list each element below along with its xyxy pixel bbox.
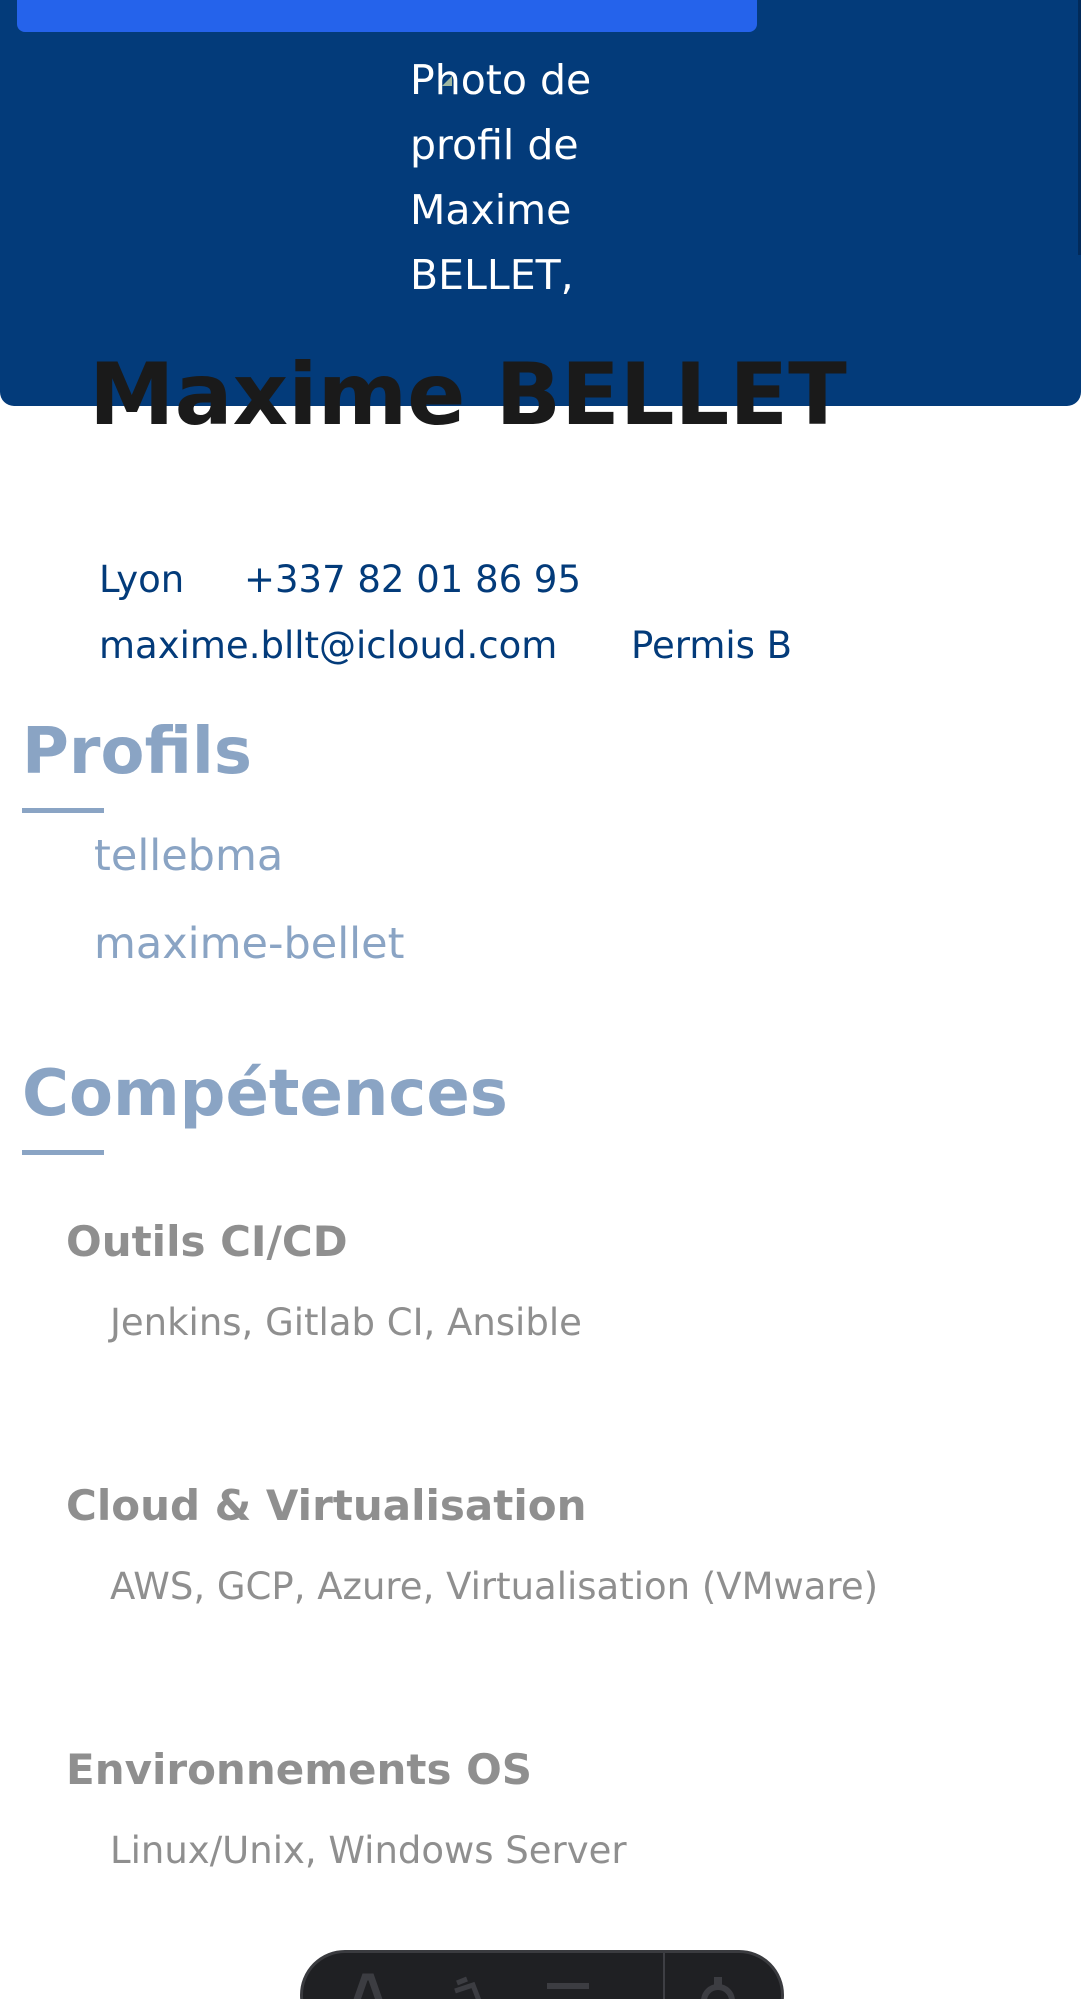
skills-section-title: Compétences [22, 1057, 508, 1131]
skill-category-title: Outils CI/CD [66, 1217, 348, 1266]
skill-category-title: Environnements OS [66, 1745, 533, 1794]
profile-photo: Photo de profil de Maxime BELLET, [410, 44, 642, 304]
skill-category-items: Linux/Unix, Windows Server [110, 1829, 627, 1872]
profile-photo-alt-text: Photo de profil de Maxime BELLET, [410, 56, 592, 299]
cv-page: Photo de profil de Maxime BELLET, Maxime… [0, 0, 1081, 1999]
profiles-section-title: Profils [22, 715, 252, 789]
candidate-name: Maxime BELLET [89, 345, 847, 445]
contact-phone-link[interactable]: +337 82 01 86 95 [244, 558, 581, 602]
skill-category-items: Jenkins, Gitlab CI, Ansible [110, 1301, 582, 1344]
text-size-icon[interactable] [343, 1971, 393, 1999]
contact-city: Lyon [99, 558, 185, 601]
clean-icon[interactable] [443, 1971, 493, 1999]
contact-email-link[interactable]: maxime.bllt@icloud.com [99, 624, 557, 668]
settings-icon[interactable] [693, 1971, 743, 1999]
top-accent-bar [17, 0, 757, 32]
skill-category-items: AWS, GCP, Azure, Virtualisation (VMware) [110, 1565, 879, 1608]
profiles-title-underline [22, 808, 104, 813]
skills-title-underline [22, 1150, 104, 1155]
floating-toolbar [300, 1950, 784, 1999]
contact-license: Permis B [631, 624, 793, 667]
menu-icon[interactable] [543, 1971, 593, 1999]
toolbar-divider [663, 1953, 665, 1999]
profile-link-github[interactable]: tellebma [94, 830, 283, 882]
skill-category-title: Cloud & Virtualisation [66, 1481, 587, 1530]
profile-link-linkedin[interactable]: maxime-bellet [94, 918, 404, 970]
